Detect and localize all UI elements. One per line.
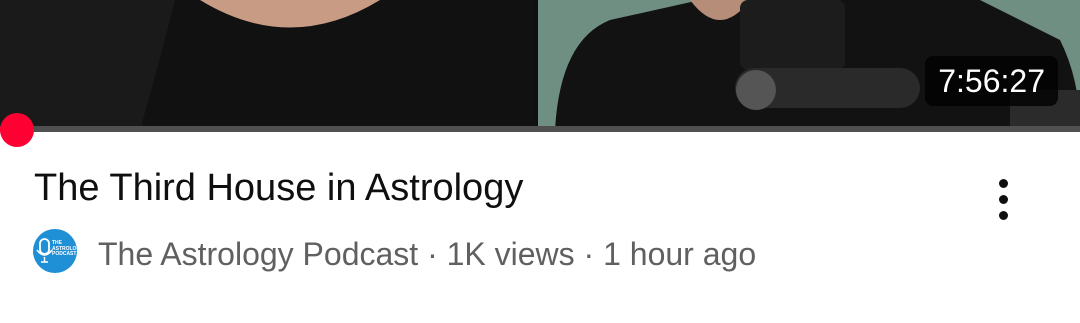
meta-separator: · — [583, 236, 595, 272]
kebab-dot — [998, 178, 1008, 188]
avatar-logo-text: THE ASTROLOGY PODCAST — [52, 240, 77, 257]
thumbnail-image — [0, 0, 1080, 130]
more-options-button[interactable] — [976, 172, 1030, 226]
kebab-dot — [998, 210, 1008, 220]
channel-avatar[interactable]: THE ASTROLOGY PODCAST — [33, 229, 77, 273]
channel-name[interactable]: The Astrology Podcast — [98, 236, 418, 272]
duration-badge: 7:56:27 — [925, 56, 1058, 106]
meta-separator: · — [427, 236, 438, 272]
progress-track[interactable] — [0, 126, 1080, 132]
view-count: 1K views — [446, 236, 575, 272]
progress-scrubber-handle[interactable] — [0, 113, 34, 147]
kebab-dot — [998, 194, 1008, 204]
video-meta: The Astrology Podcast · 1K views · 1 hou… — [98, 234, 756, 274]
video-title[interactable]: The Third House in Astrology — [34, 166, 523, 210]
video-thumbnail[interactable]: 7:56:27 — [0, 0, 1080, 130]
upload-age: 1 hour ago — [603, 236, 757, 272]
